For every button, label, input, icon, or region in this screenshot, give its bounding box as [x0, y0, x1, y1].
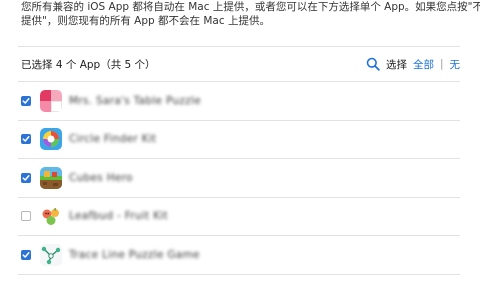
app-checkbox[interactable] [21, 134, 31, 145]
selection-tools: 选择 全部 | 无 [366, 57, 460, 72]
intro-line-1: 您所有兼容的 iOS App 都将自动在 Mac 上提供，或者您可以在下方选择单… [21, 1, 480, 13]
app-checkbox[interactable] [21, 211, 31, 222]
list-item[interactable]: Circle Finder Kit [18, 121, 460, 159]
app-name: Trace Line Puzzle Game [69, 248, 200, 261]
intro-line-2: 提供"，则您现有的所有 App 都不会在 Mac 上提供。 [21, 15, 270, 27]
list-header: 已选择 4 个 App（共 5 个） 选择 全部 | 无 [18, 46, 460, 82]
line-drawing-app-icon [40, 243, 62, 266]
list-item[interactable]: Mrs. Sara's Table Puzzle [18, 82, 460, 121]
list-item[interactable]: Cubes Hero [18, 159, 460, 198]
app-checkbox[interactable] [21, 172, 31, 183]
app-checkbox[interactable] [21, 249, 31, 260]
grass-block-app-icon [40, 166, 62, 189]
list-item[interactable]: Leafbud - Fruit Kit [18, 198, 460, 236]
app-name: Leafbud - Fruit Kit [69, 210, 168, 223]
selected-count: 已选择 4 个 App（共 5 个） [21, 58, 156, 71]
app-name: Circle Finder Kit [69, 133, 157, 146]
list-item[interactable]: Trace Line Puzzle Game [18, 236, 460, 275]
intro-text: 您所有兼容的 iOS App 都将自动在 Mac 上提供，或者您可以在下方选择单… [21, 0, 480, 28]
pink-grid-app-icon [40, 89, 62, 112]
fruit-characters-app-icon [40, 205, 62, 228]
app-name: Mrs. Sara's Table Puzzle [69, 94, 201, 107]
select-none-link[interactable]: 无 [450, 57, 461, 72]
link-divider: | [439, 58, 444, 70]
select-label: 选择 [385, 58, 407, 71]
search-icon[interactable] [366, 57, 380, 71]
app-checkbox[interactable] [21, 95, 31, 106]
colorful-wheel-app-icon [40, 128, 62, 151]
app-name: Cubes Hero [69, 171, 133, 184]
app-list: 已选择 4 个 App（共 5 个） 选择 全部 | 无 Mrs. Sara's… [18, 46, 460, 275]
select-all-link[interactable]: 全部 [413, 57, 434, 72]
